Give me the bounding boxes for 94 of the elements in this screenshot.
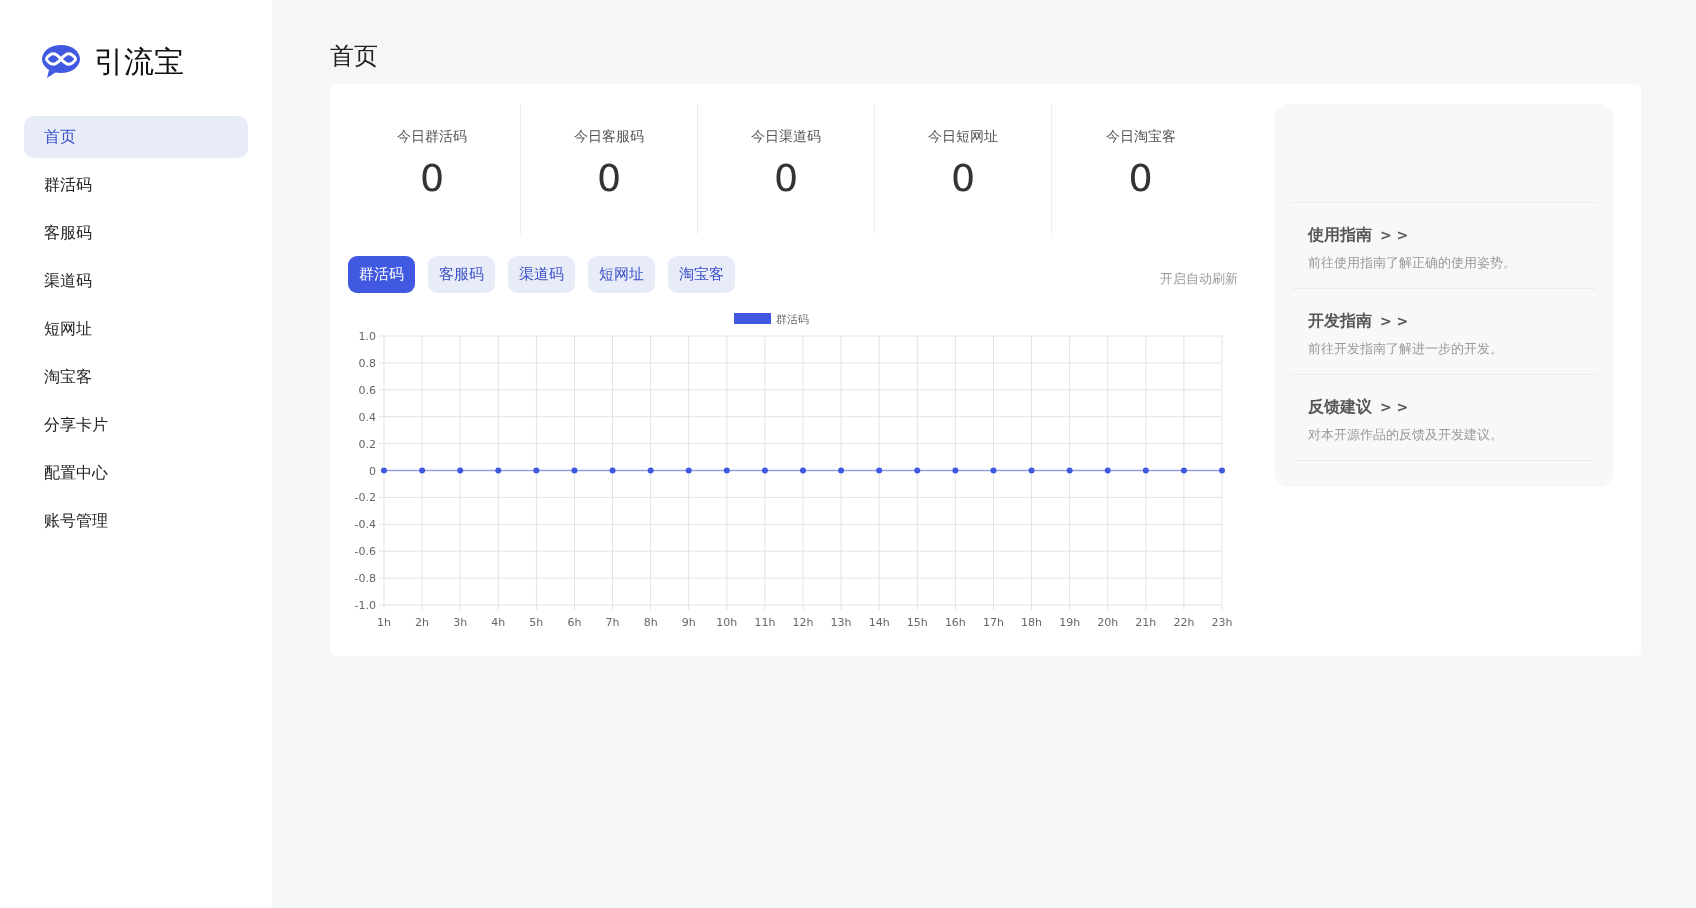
x-tick-label: 19h xyxy=(1059,616,1081,629)
stat-value: 0 xyxy=(950,156,976,200)
guide-arrow[interactable]: > > xyxy=(1380,313,1409,329)
x-tick-label: 6h xyxy=(567,616,582,629)
y-tick-label: -0.6 xyxy=(354,545,376,559)
guide-description: 前往使用指南了解正确的使用姿势。 xyxy=(1308,254,1517,272)
data-point xyxy=(1104,467,1111,474)
data-point xyxy=(838,467,845,474)
x-tick-label: 17h xyxy=(982,616,1004,629)
data-point xyxy=(761,467,768,474)
x-tick-label: 14h xyxy=(868,616,890,629)
guide-description: 对本开源作品的反馈及开发建议。 xyxy=(1308,426,1504,444)
x-tick-label: 12h xyxy=(792,616,814,629)
y-tick-label: -1.0 xyxy=(354,599,376,612)
x-tick-label: 16h xyxy=(944,616,966,629)
guide-title[interactable]: 开发指南 xyxy=(1308,311,1372,332)
x-tick-label: 20h xyxy=(1097,616,1119,629)
x-tick-label: 18h xyxy=(1021,616,1043,629)
data-point xyxy=(1180,467,1187,474)
legend-label: 群活码 xyxy=(776,313,809,326)
x-tick-label: 5h xyxy=(529,616,544,629)
data-point xyxy=(723,467,730,474)
data-point xyxy=(800,467,806,474)
sidebar-item[interactable]: 短网址 xyxy=(24,308,248,350)
x-tick-label: 1h xyxy=(377,616,391,629)
x-tick-label: 11h xyxy=(754,616,776,629)
x-tick-label: 7h xyxy=(605,616,620,629)
data-point xyxy=(647,467,654,474)
data-point xyxy=(609,467,616,474)
chart-tab[interactable]: 短网址 xyxy=(588,256,655,293)
chart-tab[interactable]: 渠道码 xyxy=(508,256,575,293)
y-tick-label: 1.0 xyxy=(358,330,376,343)
data-point xyxy=(685,467,692,474)
guide-title[interactable]: 使用指南 xyxy=(1308,225,1372,246)
x-tick-label: 3h xyxy=(453,616,468,629)
y-tick-label: -0.4 xyxy=(354,518,376,532)
data-point xyxy=(419,467,426,474)
y-tick-label: 0.8 xyxy=(358,356,376,370)
x-tick-label: 21h xyxy=(1135,616,1157,629)
sidebar-item[interactable]: 群活码 xyxy=(24,164,248,206)
chart-tab[interactable]: 群活码 xyxy=(348,256,415,293)
data-point xyxy=(1142,467,1149,474)
stat-label: 今日淘宝客 xyxy=(1105,128,1176,146)
data-point xyxy=(914,467,921,474)
chart-tab[interactable]: 淘宝客 xyxy=(668,256,735,293)
brand-name: 引流宝 xyxy=(94,42,184,81)
data-point xyxy=(1066,467,1073,474)
y-tick-label: -0.2 xyxy=(354,491,376,505)
guide-arrow[interactable]: > > xyxy=(1380,399,1409,415)
sidebar-item[interactable]: 配置中心 xyxy=(24,452,248,494)
stat-value: 0 xyxy=(419,156,445,200)
data-point xyxy=(457,467,464,474)
page-title: 首页 xyxy=(330,41,379,72)
sidebar-item[interactable]: 分享卡片 xyxy=(24,404,248,446)
stat-value: 0 xyxy=(1128,156,1153,200)
x-tick-label: 10h xyxy=(716,616,738,629)
x-tick-label: 8h xyxy=(643,616,658,629)
x-tick-label: 22h xyxy=(1173,616,1195,629)
guide-arrow[interactable]: > > xyxy=(1380,227,1409,243)
data-point xyxy=(495,467,502,474)
data-point xyxy=(952,467,959,474)
stat-label: 今日短网址 xyxy=(928,128,998,146)
stat-value: 0 xyxy=(773,156,799,200)
y-tick-label: 0.6 xyxy=(358,383,376,397)
y-tick-label: 0 xyxy=(369,464,376,478)
data-point xyxy=(1219,467,1225,474)
y-tick-label: 0.4 xyxy=(358,410,376,424)
stat-value: 0 xyxy=(596,156,622,200)
x-tick-label: 9h xyxy=(681,616,696,629)
x-tick-label: 2h xyxy=(415,616,430,629)
stat-label: 今日群活码 xyxy=(397,128,467,146)
data-point xyxy=(1028,467,1035,474)
stat-label: 今日渠道码 xyxy=(751,128,821,146)
sidebar-item[interactable]: 渠道码 xyxy=(24,260,248,302)
x-tick-label: 13h xyxy=(830,616,852,629)
y-tick-label: 0.2 xyxy=(358,437,376,451)
data-point xyxy=(876,467,883,474)
sidebar-item[interactable]: 账号管理 xyxy=(24,500,248,542)
chart-tab[interactable]: 客服码 xyxy=(428,256,495,293)
logo-icon xyxy=(40,44,82,80)
data-point xyxy=(381,467,387,474)
stat-label: 今日客服码 xyxy=(574,128,644,146)
x-tick-label: 23h xyxy=(1211,616,1233,629)
sidebar-item[interactable]: 客服码 xyxy=(24,212,248,254)
legend-swatch xyxy=(734,313,771,324)
sidebar-item[interactable]: 首页 xyxy=(24,116,248,158)
sidebar-item[interactable]: 淘宝客 xyxy=(24,356,248,398)
x-tick-label: 4h xyxy=(491,616,506,629)
x-tick-label: 15h xyxy=(906,616,928,629)
y-tick-label: -0.8 xyxy=(354,572,376,586)
data-point xyxy=(571,467,578,474)
guide-title[interactable]: 反馈建议 xyxy=(1308,397,1372,418)
data-point xyxy=(533,467,540,474)
data-point xyxy=(990,467,997,474)
